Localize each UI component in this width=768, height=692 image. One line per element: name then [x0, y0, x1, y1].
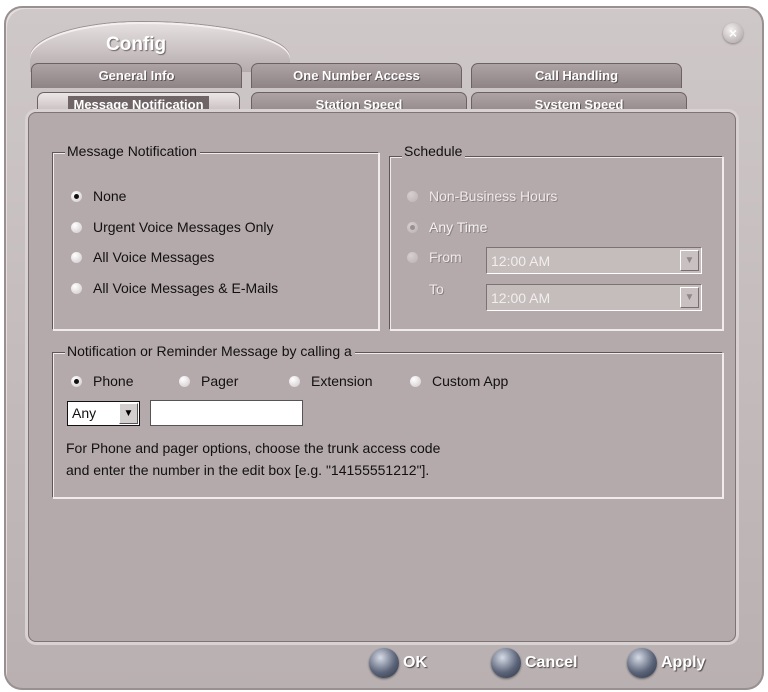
hint-line-2: and enter the number in the edit box [e.… — [66, 462, 430, 478]
radio-none[interactable]: None — [71, 188, 126, 204]
to-time-value: 12:00 AM — [491, 290, 551, 306]
from-time-select[interactable]: 12:00 AM ▼ — [486, 247, 702, 274]
radio-all-voice-and-email-indicator — [71, 282, 82, 294]
message-notification-group — [52, 152, 379, 330]
radio-none-indicator — [71, 190, 82, 202]
radio-non-business-hours-label: Non-Business Hours — [429, 188, 558, 204]
message-notification-group-title: Message Notification — [65, 143, 200, 159]
chevron-down-icon: ▼ — [680, 250, 699, 271]
radio-custom-app-indicator — [410, 375, 421, 387]
tab-one-number-access[interactable]: One Number Access — [251, 63, 462, 88]
ok-ball-icon — [369, 648, 399, 678]
radio-extension-label: Extension — [311, 373, 373, 389]
close-button[interactable]: × — [723, 23, 743, 43]
radio-urgent-voice-messages-indicator — [71, 221, 82, 233]
tab-call-handling[interactable]: Call Handling — [471, 63, 682, 88]
radio-pager-indicator — [179, 375, 190, 387]
radio-extension-indicator — [289, 375, 300, 387]
cancel-ball-icon — [491, 648, 521, 678]
radio-phone-indicator — [71, 375, 82, 387]
radio-all-voice-and-email[interactable]: All Voice Messages & E-Mails — [71, 280, 278, 296]
radio-pager[interactable]: Pager — [179, 373, 238, 389]
hint-line-1: For Phone and pager options, choose the … — [66, 440, 441, 456]
chevron-down-icon: ▼ — [119, 403, 138, 424]
ok-button[interactable]: OK — [369, 647, 427, 679]
schedule-group-title: Schedule — [402, 143, 466, 159]
notification-call-group-title: Notification or Reminder Message by call… — [65, 343, 355, 359]
trunk-code-value: Any — [72, 405, 97, 421]
cancel-button[interactable]: Cancel — [491, 647, 577, 679]
radio-custom-app-label: Custom App — [432, 373, 509, 389]
radio-extension[interactable]: Extension — [289, 373, 372, 389]
window-title: Config — [106, 34, 167, 55]
radio-none-label: None — [93, 188, 127, 204]
trunk-code-select[interactable]: Any ▼ — [67, 401, 140, 426]
radio-pager-label: Pager — [201, 373, 239, 389]
radio-from-label: From — [429, 249, 462, 265]
radio-custom-app[interactable]: Custom App — [410, 373, 508, 389]
radio-non-business-hours-indicator — [407, 190, 418, 202]
radio-all-voice-and-email-label: All Voice Messages & E-Mails — [93, 280, 279, 296]
radio-any-time[interactable]: Any Time — [407, 219, 487, 235]
to-label: To — [429, 281, 444, 297]
to-time-select[interactable]: 12:00 AM ▼ — [486, 284, 702, 311]
apply-button[interactable]: Apply — [627, 647, 705, 679]
radio-any-time-indicator — [407, 221, 418, 233]
radio-non-business-hours[interactable]: Non-Business Hours — [407, 188, 557, 204]
radio-all-voice-messages-label: All Voice Messages — [93, 249, 215, 265]
chevron-down-icon: ▼ — [680, 287, 699, 308]
radio-urgent-voice-messages-label: Urgent Voice Messages Only — [93, 219, 274, 235]
tab-general-info[interactable]: General Info — [31, 63, 242, 88]
radio-all-voice-messages[interactable]: All Voice Messages — [71, 249, 214, 265]
radio-phone-label: Phone — [93, 373, 134, 389]
radio-from[interactable]: From — [407, 249, 462, 265]
radio-all-voice-messages-indicator — [71, 251, 82, 263]
radio-phone[interactable]: Phone — [71, 373, 133, 389]
cancel-label: Cancel — [525, 654, 578, 671]
apply-ball-icon — [627, 648, 657, 678]
apply-label: Apply — [661, 654, 706, 671]
radio-any-time-label: Any Time — [429, 219, 488, 235]
radio-from-indicator — [407, 251, 418, 263]
radio-urgent-voice-messages[interactable]: Urgent Voice Messages Only — [71, 219, 274, 235]
phone-number-input[interactable] — [150, 400, 303, 426]
from-time-value: 12:00 AM — [491, 253, 551, 269]
ok-label: OK — [403, 654, 427, 671]
